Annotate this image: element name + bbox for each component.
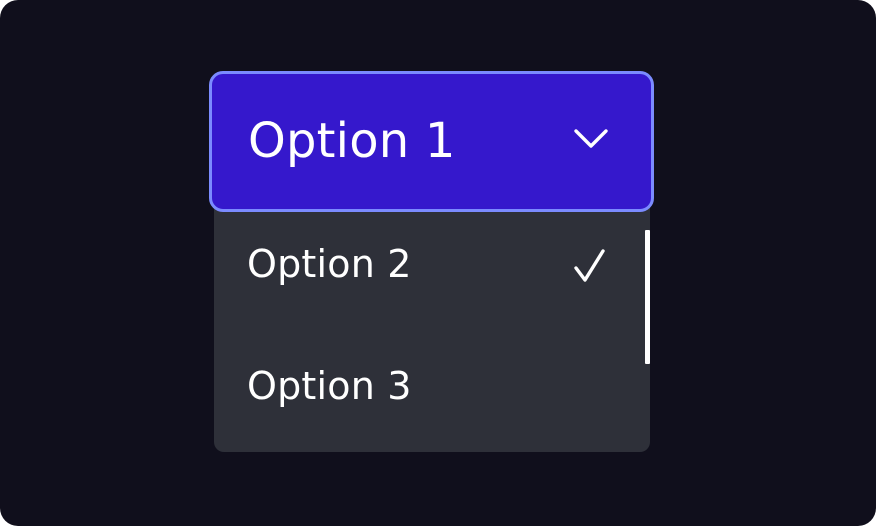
menu-item-option-3[interactable]: Option 3 xyxy=(214,328,650,450)
checkmark-icon xyxy=(574,249,605,282)
chevron-down-icon xyxy=(574,129,608,148)
selected-option-label: Option 1 xyxy=(248,113,456,169)
menu-scrollbar-thumb[interactable] xyxy=(645,230,650,364)
menu-item-label: Option 3 xyxy=(247,364,412,408)
dropdown: Option 1 Option 2 Option 3 xyxy=(209,71,654,452)
menu-item-option-2[interactable]: Option 2 xyxy=(214,206,650,328)
menu-item-label: Option 2 xyxy=(247,242,412,286)
dropdown-menu: Option 2 Option 3 xyxy=(214,206,650,452)
app-canvas: Option 1 Option 2 Option 3 xyxy=(0,0,876,526)
dropdown-trigger[interactable]: Option 1 xyxy=(209,71,654,212)
